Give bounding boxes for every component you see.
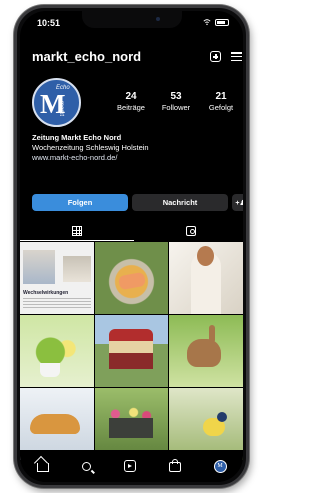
camera-icon	[156, 17, 160, 21]
profile-username[interactable]: markt_echo_nord	[32, 49, 141, 64]
pot-shape	[40, 363, 60, 377]
newspaper-text-lines	[23, 298, 91, 310]
avatar[interactable]: M Echo markt	[32, 78, 81, 127]
search-icon[interactable]	[81, 461, 91, 471]
reels-icon[interactable]	[123, 460, 136, 472]
avatar-markt-text: markt	[58, 101, 64, 116]
newspaper-photo-2	[62, 256, 91, 282]
follow-button[interactable]: Folgen	[32, 194, 128, 211]
stat-posts-label: Beiträge	[117, 103, 145, 112]
rabbit-shape	[187, 339, 222, 367]
header-icons	[210, 51, 242, 62]
shop-icon[interactable]	[168, 459, 181, 472]
post-thumbnail-garden-table[interactable]	[20, 315, 94, 387]
profile-nav-avatar[interactable]: M	[213, 459, 227, 473]
menu-icon[interactable]	[231, 51, 242, 62]
status-bar: 10:51	[20, 11, 243, 35]
status-icons	[203, 18, 229, 26]
post-thumbnail-fish-dish[interactable]	[94, 242, 169, 314]
tab-posts-grid[interactable]	[20, 222, 134, 241]
suggest-user-button[interactable]: +♟	[232, 194, 243, 211]
stat-following-value: 21	[215, 91, 227, 102]
profile-bio: Zeitung Markt Echo Nord Wochenzeitung Sc…	[32, 133, 242, 163]
profile-tabs	[20, 222, 243, 241]
camera-notch	[82, 11, 182, 28]
stat-followers-label: Follower	[161, 103, 191, 112]
fish-shape	[117, 271, 146, 291]
grid-icon	[72, 226, 82, 236]
post-thumbnail-fair-ride[interactable]	[94, 315, 169, 387]
post-thumbnail-woman-phone[interactable]	[169, 242, 243, 314]
tab-tagged[interactable]	[134, 222, 243, 240]
bio-description: Wochenzeitung Schleswig Holstein	[32, 143, 149, 152]
post-thumbnail-rabbit[interactable]	[169, 315, 243, 387]
rabbit-ear-shape	[209, 325, 216, 343]
avatar-echo-text: Echo	[56, 85, 70, 91]
bottom-nav: M	[20, 450, 243, 482]
stat-posts[interactable]: 24 Beiträge	[110, 91, 152, 112]
home-icon[interactable]	[36, 463, 49, 472]
bird-head-shape	[217, 412, 228, 422]
newspaper-photo	[23, 250, 55, 284]
battery-icon	[215, 18, 229, 26]
tagged-person-icon	[186, 226, 196, 236]
stat-following-label: Gefolgt	[208, 103, 234, 112]
profile-stats: 24 Beiträge 53 Follower 21 Gefolgt	[110, 91, 242, 112]
profile-header: markt_echo_nord	[32, 49, 242, 69]
post-grid: Wechselwirkungen	[20, 242, 243, 460]
newspaper-headline: Wechselwirkungen	[23, 290, 69, 296]
bio-name: Zeitung Markt Echo Nord	[32, 133, 122, 142]
wifi-icon	[203, 19, 211, 26]
stat-followers[interactable]: 53 Follower	[155, 91, 197, 112]
stat-posts-value: 24	[125, 91, 137, 102]
stat-followers-value: 53	[170, 91, 182, 102]
new-post-icon[interactable]	[210, 51, 221, 62]
stat-following[interactable]: 21 Gefolgt	[200, 91, 242, 112]
bio-link[interactable]: www.markt-echo-nord.de/	[32, 153, 242, 163]
message-button[interactable]: Nachricht	[132, 194, 228, 211]
croissant-shape	[30, 414, 80, 434]
profile-actions: Folgen Nachricht +♟	[32, 194, 243, 211]
post-thumbnail-newspaper[interactable]: Wechselwirkungen	[20, 242, 94, 314]
bed-shape	[108, 418, 153, 438]
app-screen: 10:51 markt_echo_nord M Echo markt 24 Be…	[20, 11, 243, 482]
status-time: 10:51	[37, 18, 61, 28]
ride-shape	[108, 329, 153, 369]
phone-frame: 10:51 markt_echo_nord M Echo markt 24 Be…	[14, 5, 249, 488]
